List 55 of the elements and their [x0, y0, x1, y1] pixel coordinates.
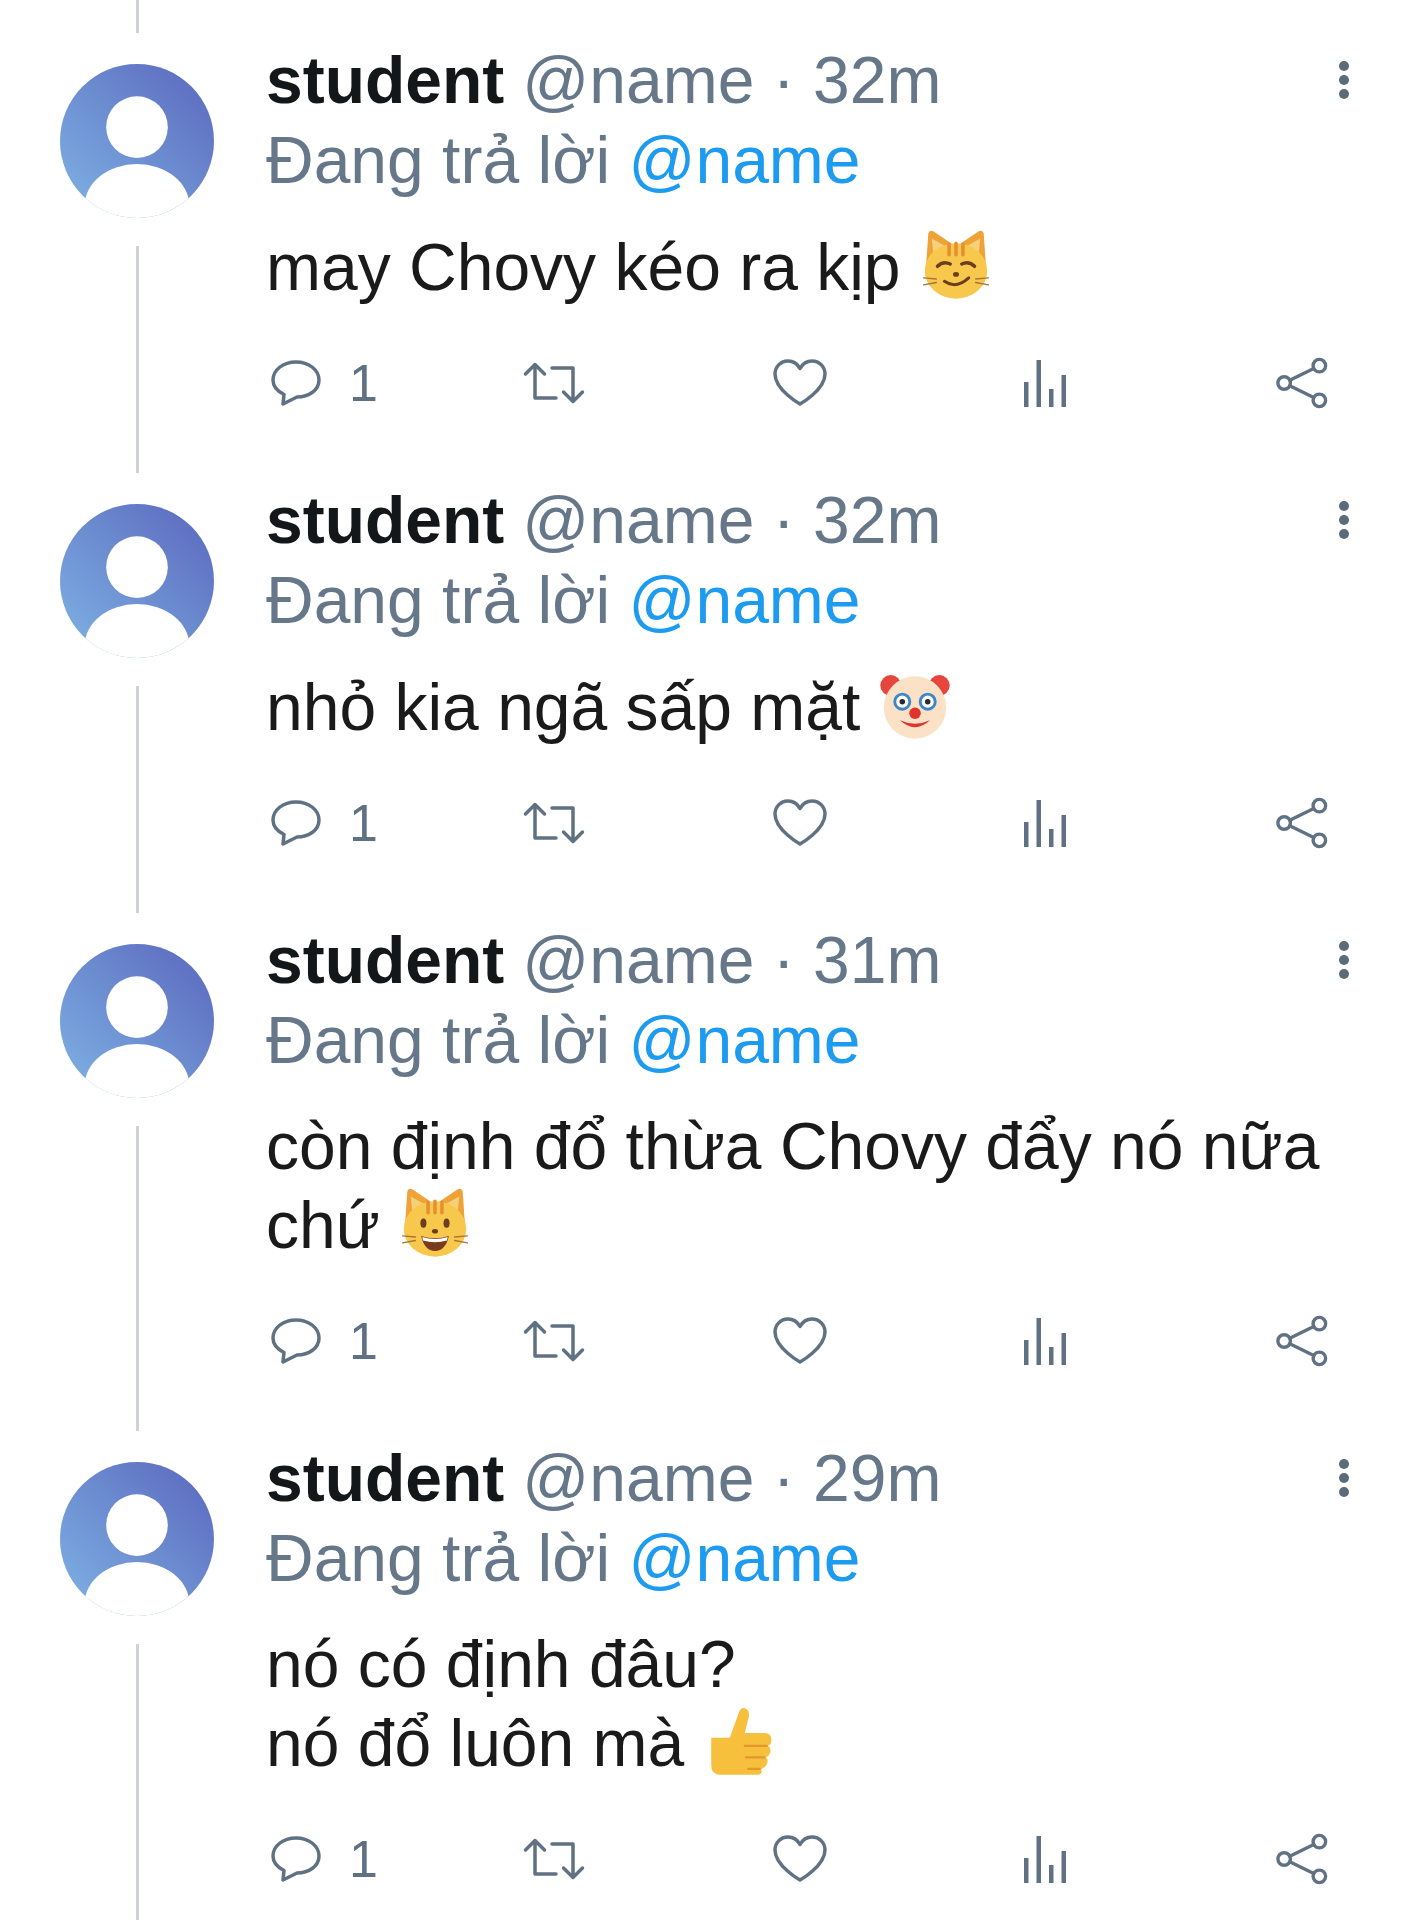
handle-and-time: @name · 32m	[522, 42, 942, 119]
display-name: student	[266, 42, 505, 119]
reply-button[interactable]: 1	[271, 793, 378, 853]
handle-and-time: @name · 31m	[522, 922, 942, 999]
like-heart-icon[interactable]	[773, 1317, 827, 1365]
views-chart-icon[interactable]	[1024, 359, 1066, 407]
reply-icon	[271, 1318, 321, 1364]
post-text: còn định đổ thừa Chovy đẩy nó nữa	[266, 1108, 1320, 1185]
reply-button[interactable]: 1	[271, 1311, 378, 1371]
more-vertical-icon[interactable]	[1338, 61, 1350, 99]
reply-button[interactable]: 1	[271, 1829, 378, 1889]
share-icon[interactable]	[1275, 1314, 1329, 1368]
post-text: nó đổ luôn mà	[266, 1705, 685, 1782]
reply-icon	[271, 800, 321, 846]
reply-context: Đang trả lời @name	[266, 1002, 862, 1079]
mention-link[interactable]: @name	[628, 1521, 861, 1595]
like-heart-icon[interactable]	[773, 359, 827, 407]
like-heart-icon[interactable]	[773, 1835, 827, 1883]
more-vertical-icon[interactable]	[1338, 501, 1350, 539]
repost-icon[interactable]	[522, 1836, 586, 1882]
reply-context: Đang trả lời @name	[266, 1520, 862, 1597]
post-text: may Chovy kéo ra kịp	[266, 229, 901, 306]
views-chart-icon[interactable]	[1024, 1317, 1066, 1365]
repost-icon[interactable]	[522, 800, 586, 846]
post-text: nhỏ kia ngã sấp mặt	[266, 669, 861, 746]
share-icon[interactable]	[1275, 796, 1329, 850]
reply-button[interactable]: 1	[271, 353, 378, 413]
display-name: student	[266, 482, 505, 559]
share-icon[interactable]	[1275, 1832, 1329, 1886]
user-avatar[interactable]	[60, 64, 214, 218]
views-chart-icon[interactable]	[1024, 1835, 1066, 1883]
repost-icon[interactable]	[522, 360, 586, 406]
thread-line	[135, 0, 139, 33]
mention-link[interactable]: @name	[628, 563, 861, 637]
display-name: student	[266, 922, 505, 999]
repost-icon[interactable]	[522, 1318, 586, 1364]
reply-context: Đang trả lời @name	[266, 122, 862, 199]
reply-context: Đang trả lời @name	[266, 562, 862, 639]
more-vertical-icon[interactable]	[1338, 941, 1350, 979]
post-text: nó có định đâu?	[266, 1626, 736, 1703]
handle-and-time: @name · 32m	[522, 482, 942, 559]
user-avatar[interactable]	[60, 1462, 214, 1616]
share-icon[interactable]	[1275, 356, 1329, 410]
post-text: chứ	[266, 1187, 380, 1264]
display-name: student	[266, 1440, 505, 1517]
mention-link[interactable]: @name	[628, 123, 861, 197]
reply-icon	[271, 360, 321, 406]
views-chart-icon[interactable]	[1024, 799, 1066, 847]
handle-and-time: @name · 29m	[522, 1440, 942, 1517]
user-avatar[interactable]	[60, 504, 214, 658]
mention-link[interactable]: @name	[628, 1003, 861, 1077]
user-avatar[interactable]	[60, 944, 214, 1098]
like-heart-icon[interactable]	[773, 799, 827, 847]
more-vertical-icon[interactable]	[1338, 1459, 1350, 1497]
reply-icon	[271, 1836, 321, 1882]
